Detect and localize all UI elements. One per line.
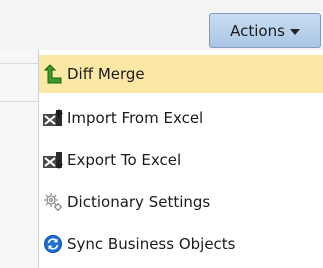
export-excel-icon [42, 149, 64, 171]
menu-item-label: Export To Excel [67, 151, 182, 169]
menu-item-import-from-excel[interactable]: Import From Excel [39, 99, 323, 137]
menu-item-label: Diff Merge [67, 65, 145, 83]
diff-merge-arrow-icon [42, 63, 64, 85]
menu-item-label: Dictionary Settings [67, 193, 211, 211]
chevron-down-icon [289, 28, 300, 35]
actions-dropdown-menu: Diff Merge Import From Excel Export To E… [38, 50, 323, 268]
import-excel-icon [42, 107, 64, 129]
menu-item-dictionary-settings[interactable]: Dictionary Settings [39, 183, 323, 221]
menu-item-sync-business-objects[interactable]: Sync Business Objects [39, 225, 323, 263]
menu-item-label: Import From Excel [67, 109, 204, 127]
sync-icon [42, 233, 64, 255]
row-divider [0, 63, 38, 64]
actions-button[interactable]: Actions [209, 13, 321, 48]
toolbar: Actions [0, 0, 323, 50]
row-divider [0, 101, 38, 102]
menu-item-label: Sync Business Objects [67, 235, 236, 253]
menu-item-diff-merge[interactable]: Diff Merge [39, 55, 323, 93]
menu-item-export-to-excel[interactable]: Export To Excel [39, 141, 323, 179]
actions-button-label: Actions [230, 21, 285, 40]
left-panel [0, 50, 39, 268]
gear-icon [42, 191, 64, 213]
